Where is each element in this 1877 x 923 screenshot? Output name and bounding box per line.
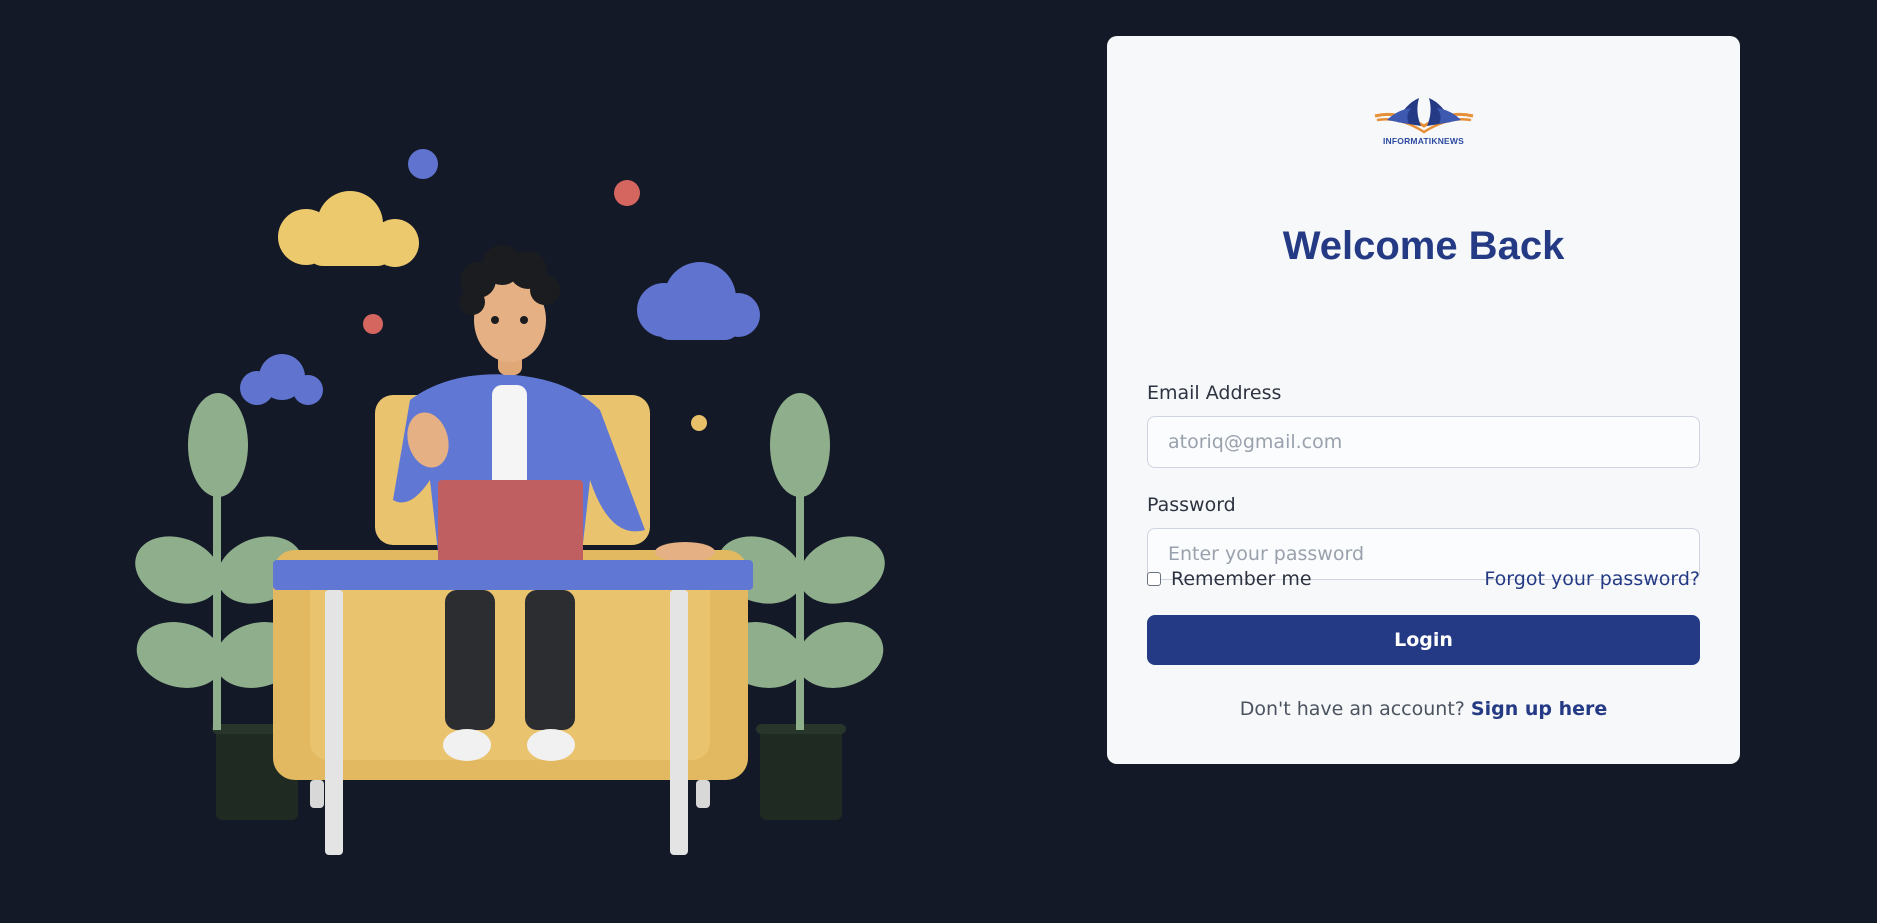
password-label: Password xyxy=(1147,494,1236,516)
remember-me-checkbox[interactable] xyxy=(1147,572,1161,586)
signup-prompt-text: Don't have an account? xyxy=(1239,698,1465,720)
remember-me-label: Remember me xyxy=(1171,568,1312,590)
logo-text: INFORMATIKNEWS xyxy=(1382,136,1465,146)
signup-prompt: Don't have an account? Sign up here xyxy=(1107,698,1740,720)
login-button[interactable]: Login xyxy=(1147,615,1700,665)
login-card: INFORMATIKNEWS Welcome Back Email Addres… xyxy=(1107,36,1740,764)
forgot-password-link[interactable]: Forgot your password? xyxy=(1484,568,1700,590)
email-field[interactable] xyxy=(1147,416,1700,468)
remember-me-group[interactable]: Remember me xyxy=(1147,568,1312,590)
brand-logo: INFORMATIKNEWS xyxy=(1107,96,1740,146)
person-at-desk-illustration xyxy=(135,149,885,855)
page-title: Welcome Back xyxy=(1282,224,1565,268)
hero-illustration xyxy=(110,120,910,880)
email-label: Email Address xyxy=(1147,382,1282,404)
open-book-logo-icon xyxy=(1374,98,1473,134)
signup-link[interactable]: Sign up here xyxy=(1471,698,1607,720)
